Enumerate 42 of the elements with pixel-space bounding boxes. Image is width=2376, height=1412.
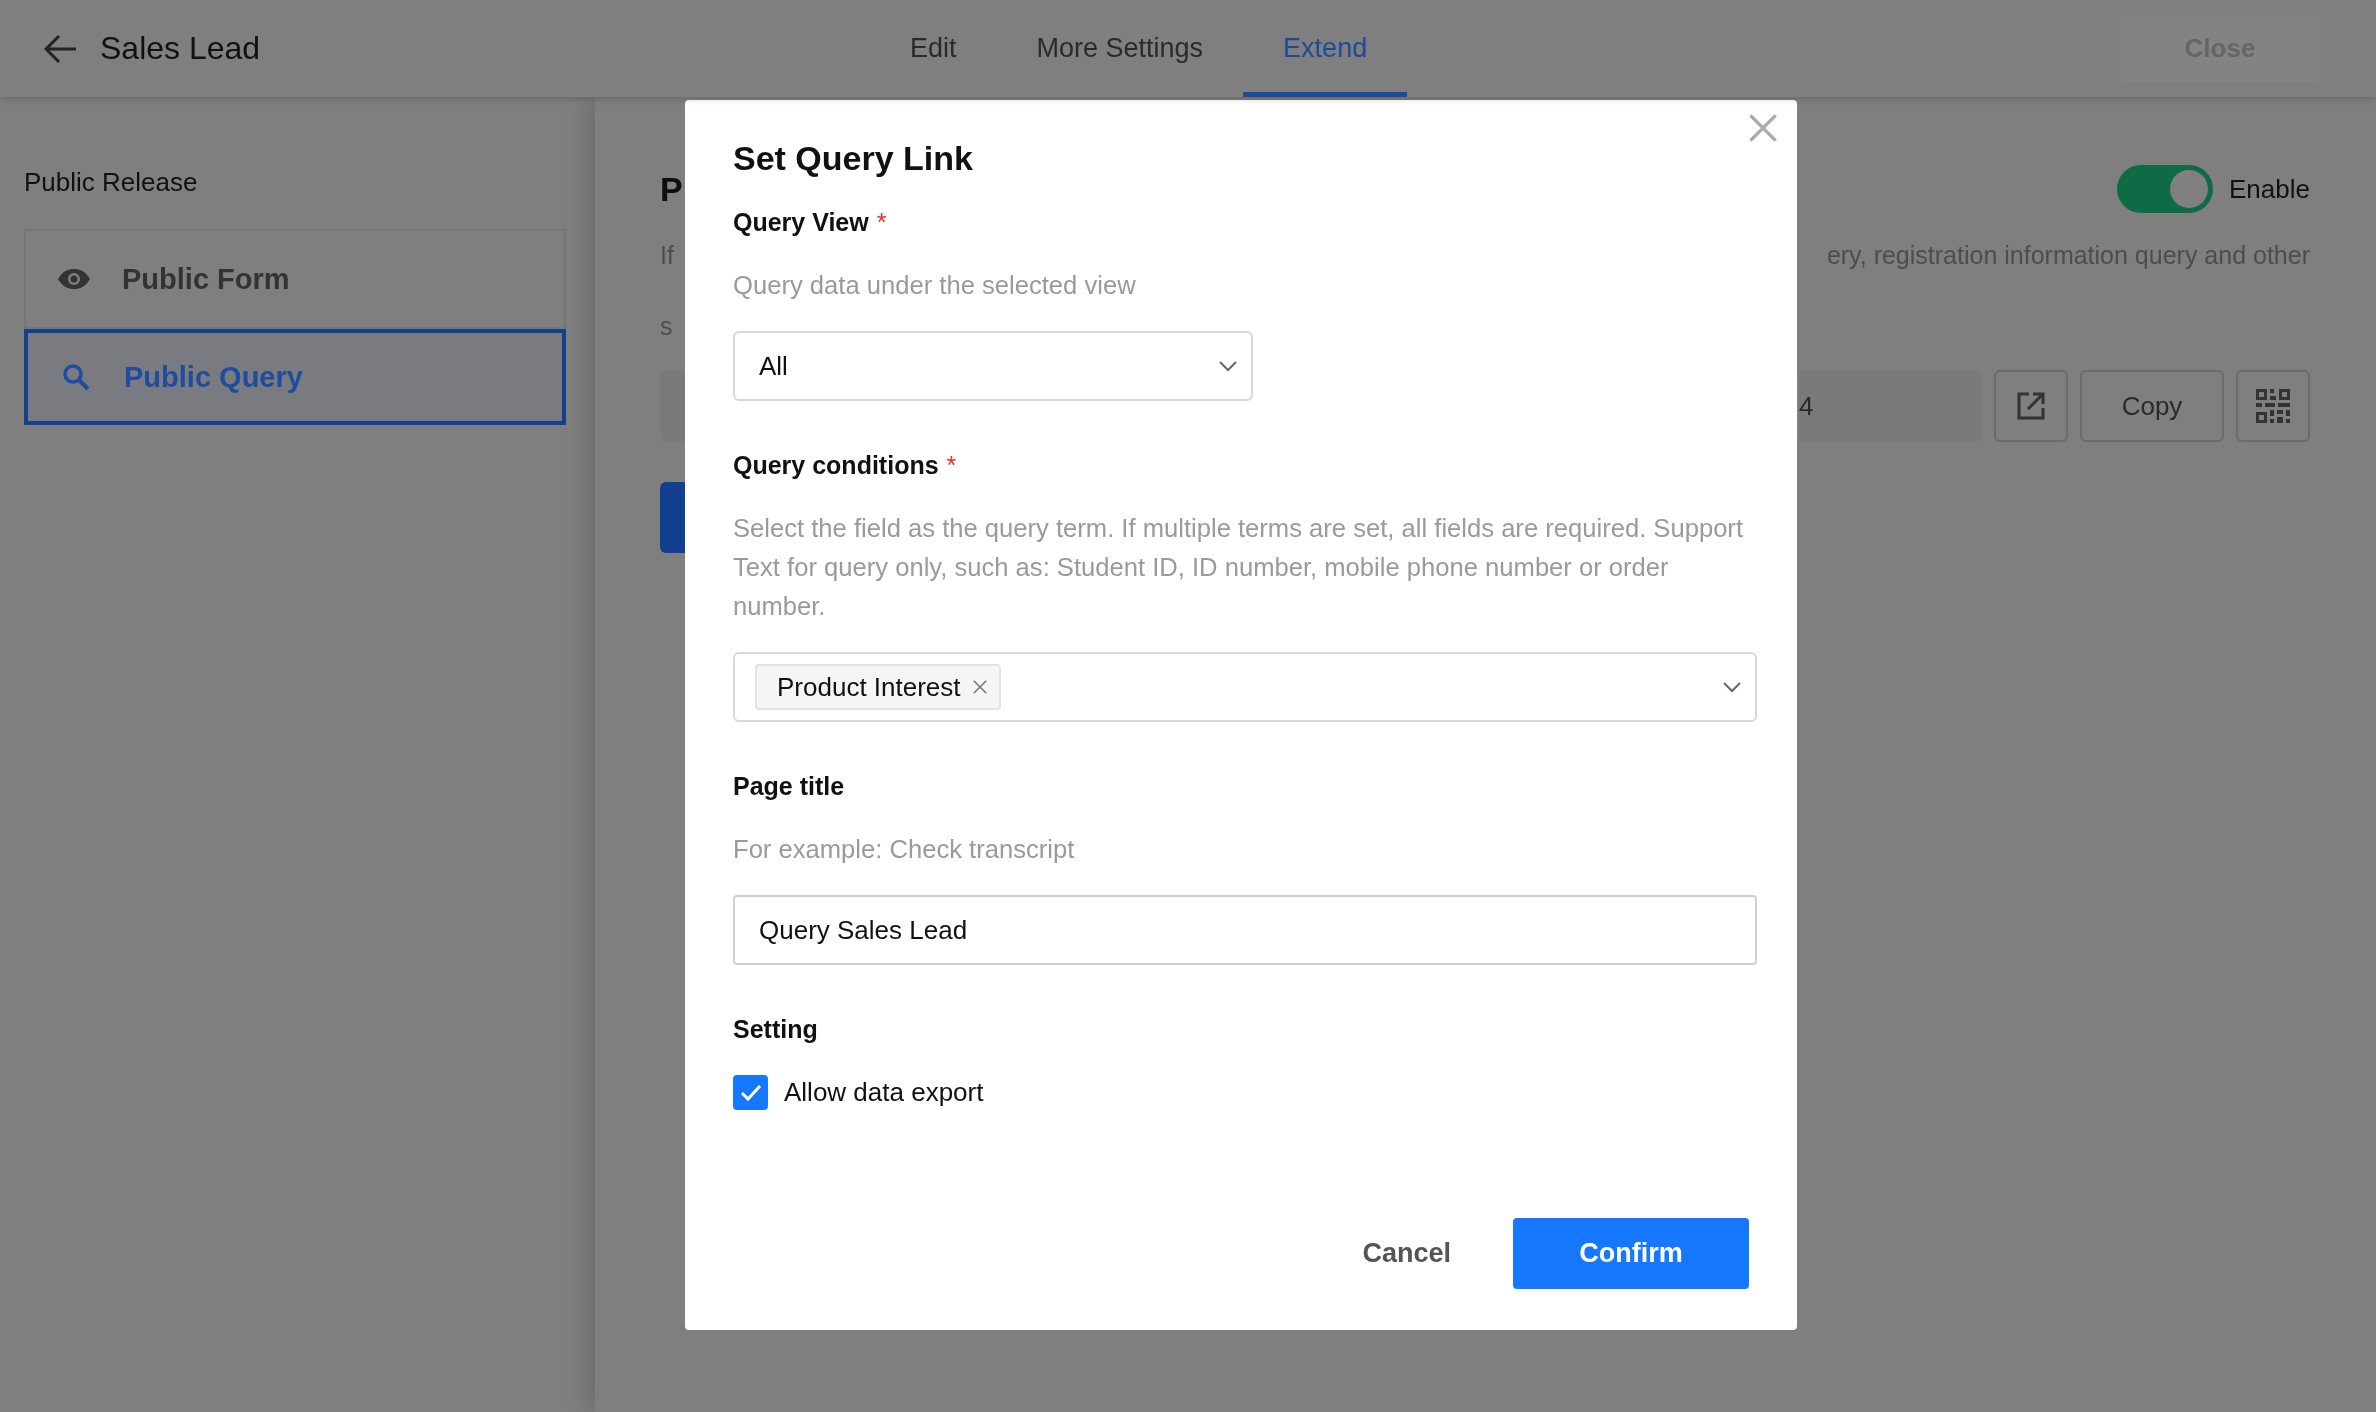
external-link-icon bbox=[2016, 391, 2046, 421]
tab[interactable]: Edit bbox=[870, 0, 997, 97]
check-icon bbox=[739, 1083, 762, 1102]
view-select[interactable]: All bbox=[733, 331, 1253, 401]
back-arrow-icon[interactable] bbox=[44, 33, 78, 64]
toggle-switch[interactable] bbox=[2117, 165, 2214, 213]
field-label: Page title bbox=[733, 771, 845, 802]
section-heading: Public Release bbox=[24, 167, 199, 199]
toggle-label: Enable bbox=[2229, 173, 2310, 205]
required-mark: * bbox=[946, 450, 957, 481]
chevron-down-icon bbox=[1219, 360, 1237, 372]
field-hint: Query data under the selected view bbox=[733, 270, 1137, 301]
conditions-select[interactable]: Product Interest bbox=[733, 652, 1757, 722]
page-title-input[interactable]: Query Sales Lead bbox=[733, 895, 1757, 965]
tab[interactable]: More Settings bbox=[996, 0, 1244, 97]
field-hint: For example: Check transcript bbox=[733, 834, 1076, 865]
field-label: Setting bbox=[733, 1014, 818, 1045]
section-title: P bbox=[660, 169, 684, 209]
search-icon bbox=[62, 363, 90, 391]
remove-icon[interactable] bbox=[972, 680, 987, 694]
qr-code-icon bbox=[2256, 389, 2290, 423]
chevron-down-icon bbox=[1723, 681, 1741, 693]
required-mark: * bbox=[876, 207, 887, 238]
checkbox-label: Allow data export bbox=[784, 1077, 984, 1108]
page-title: Sales Lead bbox=[100, 30, 261, 67]
condition-tag: Product Interest bbox=[755, 664, 1001, 710]
sidebar-item[interactable]: Public Query bbox=[24, 329, 566, 425]
link-field[interactable] bbox=[660, 370, 685, 442]
sidebar-item[interactable]: Public Form bbox=[24, 229, 566, 329]
open-link-button[interactable] bbox=[1994, 370, 2068, 442]
link-field[interactable]: 4 bbox=[1799, 370, 1982, 442]
checkbox[interactable] bbox=[733, 1075, 768, 1110]
field-label: Query View bbox=[733, 207, 869, 238]
cancel-button[interactable]: Cancel bbox=[1362, 1238, 1451, 1269]
field-hint: Select the field as the query term. If multiple terms are set, all fields are required. Support Text for query only, such as: Student ID, ID number, mobile phone number or order number. bbox=[733, 513, 1743, 622]
qr-code-button[interactable] bbox=[2236, 370, 2310, 442]
confirm-button[interactable]: Confirm bbox=[1513, 1218, 1749, 1289]
eye-icon bbox=[57, 268, 91, 290]
field-label: Query conditions bbox=[733, 450, 939, 481]
close-button[interactable] bbox=[1749, 114, 1777, 142]
copy-button[interactable]: Copy bbox=[2080, 370, 2224, 442]
dialog-title: Set Query Link bbox=[733, 138, 974, 179]
